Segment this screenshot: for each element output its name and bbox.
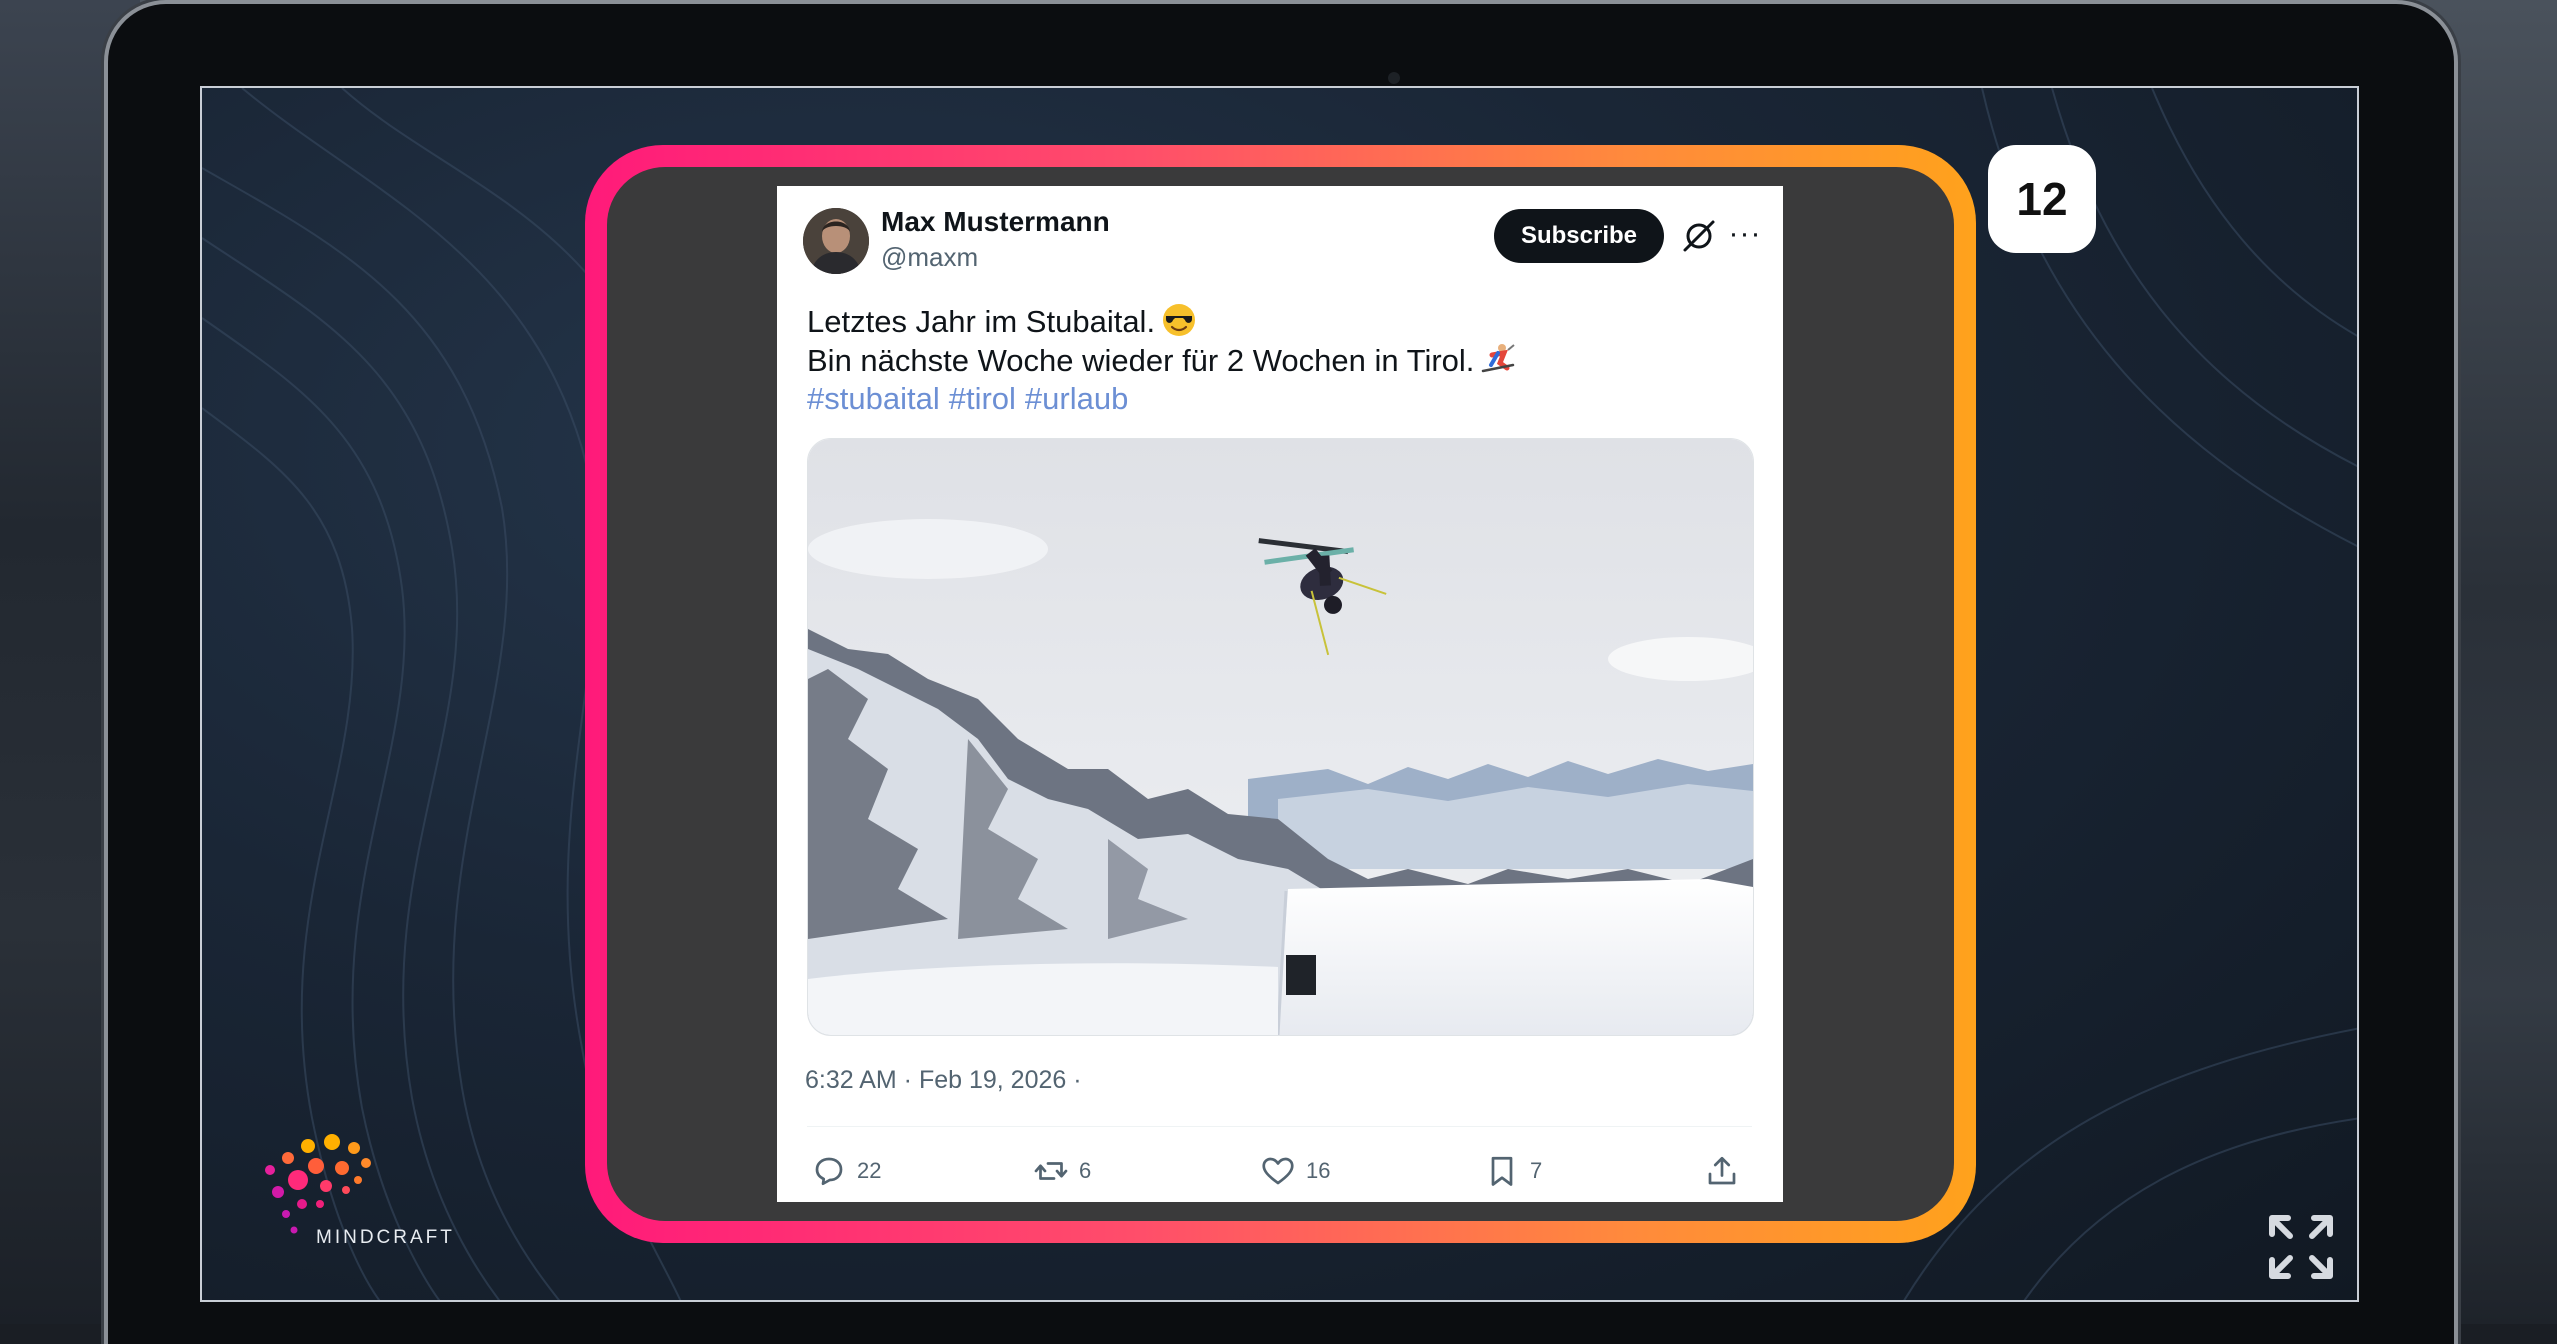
fullscreen-icon[interactable]: [2266, 1212, 2336, 1282]
sunglasses-emoji-icon: [1163, 304, 1196, 336]
retweet-count: 6: [1079, 1158, 1092, 1183]
skier-emoji-icon: [1482, 344, 1516, 373]
tweet-line-2-text: Bin nächste Woche wieder für 2 Wochen in…: [807, 343, 1475, 378]
tweet-timestamp[interactable]: 6:32 AM · Feb 19, 2026 ·: [805, 1066, 1082, 1095]
bookmark-icon: [1491, 1156, 1513, 1186]
bookmark-button[interactable]: 7: [1484, 1149, 1542, 1193]
grok-icon[interactable]: [1679, 216, 1719, 256]
like-button[interactable]: 16: [1260, 1149, 1330, 1193]
retweet-icon: [1034, 1162, 1068, 1180]
tweet-line-1: Letztes Jahr im Stubaital.: [807, 302, 1747, 341]
author-name[interactable]: Max Mustermann: [881, 206, 1110, 238]
tweet-card[interactable]: Max Mustermann @maxm Subscribe ··· Letzt…: [777, 186, 1783, 1202]
camera-dot: [1388, 72, 1400, 84]
tweet-line-2: Bin nächste Woche wieder für 2 Wochen in…: [807, 341, 1747, 380]
actions-divider: [807, 1126, 1752, 1127]
slide-number-badge: 12: [1988, 145, 2096, 253]
avatar[interactable]: [803, 208, 869, 274]
reply-button[interactable]: 22: [811, 1149, 881, 1193]
like-count: 16: [1306, 1158, 1331, 1183]
hashtag-stubaital[interactable]: #stubaital: [807, 381, 940, 416]
hashtag-tirol[interactable]: #tirol: [949, 381, 1016, 416]
hashtag-list: #stubaital #tirol #urlaub: [807, 380, 1747, 418]
author-handle[interactable]: @maxm: [881, 242, 978, 273]
share-icon: [1708, 1156, 1736, 1185]
subscribe-button[interactable]: Subscribe: [1494, 209, 1664, 263]
reply-count: 22: [857, 1158, 882, 1183]
more-options-icon[interactable]: ···: [1723, 212, 1767, 256]
like-icon: [1262, 1157, 1294, 1185]
tweet-line-1-text: Letztes Jahr im Stubaital.: [807, 304, 1156, 339]
tweet-image[interactable]: [807, 438, 1754, 1036]
avatar-portrait: [803, 208, 869, 274]
ski-jump-photo: [808, 439, 1753, 1035]
bookmark-count: 7: [1530, 1158, 1543, 1183]
hashtag-urlaub[interactable]: #urlaub: [1025, 381, 1128, 416]
retweet-button[interactable]: 6: [1033, 1149, 1091, 1193]
reply-icon: [815, 1157, 843, 1186]
logo-text: MINDCRAFT: [316, 1227, 455, 1248]
share-button[interactable]: [1704, 1149, 1740, 1193]
tweet-text: Letztes Jahr im Stubaital. Bin nächste W…: [807, 302, 1747, 418]
